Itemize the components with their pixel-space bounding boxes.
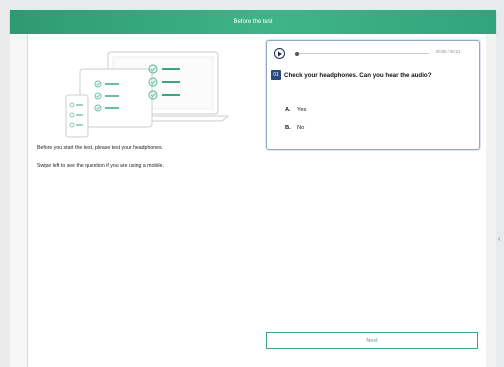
option-label: Yes bbox=[297, 107, 307, 113]
option-label: No bbox=[297, 125, 305, 131]
option-letter: B. bbox=[285, 125, 291, 131]
headphone-instruction: Before you start the test, please test y… bbox=[37, 145, 164, 151]
question-text: Check your headphones. Can you hear the … bbox=[284, 72, 432, 79]
audio-time: 00:00 / 00:21 bbox=[436, 49, 461, 54]
option-a[interactable]: A. Yes bbox=[285, 107, 306, 113]
mobile-instruction: Swipe left to see the question if you ar… bbox=[37, 163, 164, 169]
play-icon bbox=[278, 51, 282, 57]
next-button[interactable]: Next bbox=[266, 332, 478, 349]
play-button[interactable] bbox=[274, 48, 285, 59]
question-card: 00:00 / 00:21 01 Check your headphones. … bbox=[266, 40, 480, 150]
audio-progress-handle[interactable] bbox=[295, 51, 299, 56]
right-edge-panel bbox=[486, 34, 496, 367]
audio-player: 00:00 / 00:21 bbox=[274, 46, 474, 62]
option-letter: A. bbox=[285, 107, 291, 113]
left-panel: Before you start the test, please test y… bbox=[27, 34, 263, 367]
option-b[interactable]: B. No bbox=[285, 125, 304, 131]
audio-progress-track[interactable] bbox=[297, 53, 429, 54]
chevron-left-icon[interactable]: ‹ bbox=[498, 236, 500, 243]
right-panel: 00:00 / 00:21 01 Check your headphones. … bbox=[262, 34, 487, 367]
header-bar: Before the test bbox=[10, 10, 496, 34]
page-title: Before the test bbox=[233, 19, 273, 25]
question-number-badge: 01 bbox=[271, 70, 281, 80]
